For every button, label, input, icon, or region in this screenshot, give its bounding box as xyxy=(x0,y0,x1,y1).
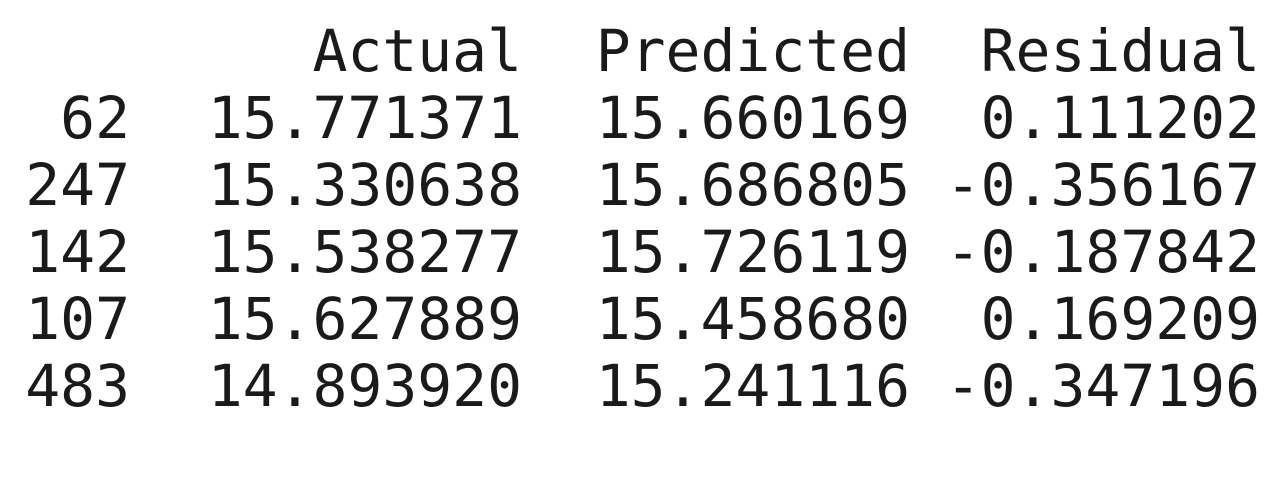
row-index: 62 xyxy=(60,84,130,152)
predicted-cell: 15.241116 xyxy=(595,352,910,420)
predicted-cell: 15.660169 xyxy=(595,84,910,152)
residual-cell: 0.169209 xyxy=(980,285,1260,353)
predicted-cell: 15.726119 xyxy=(595,218,910,286)
row-index: 483 xyxy=(25,352,130,420)
row-index: 107 xyxy=(25,285,130,353)
residual-cell: -0.187842 xyxy=(945,218,1260,286)
row-index: 142 xyxy=(25,218,130,286)
actual-cell: 15.771371 xyxy=(207,84,522,152)
residual-cell: -0.347196 xyxy=(945,352,1260,420)
column-header-predicted: Predicted xyxy=(595,17,910,85)
header-row: Actual Predicted Residual xyxy=(0,18,1260,85)
predicted-cell: 15.458680 xyxy=(595,285,910,353)
actual-cell: 15.330638 xyxy=(207,151,522,219)
actual-cell: 14.893920 xyxy=(207,352,522,420)
column-header-actual: Actual xyxy=(312,17,522,85)
column-header-residual: Residual xyxy=(980,17,1260,85)
table-row: 107 15.627889 15.458680 0.169209 xyxy=(0,286,1260,353)
table-row: 247 15.330638 15.686805 -0.356167 xyxy=(0,152,1260,219)
residual-cell: -0.356167 xyxy=(945,151,1260,219)
row-index: 247 xyxy=(25,151,130,219)
table-row: 142 15.538277 15.726119 -0.187842 xyxy=(0,219,1260,286)
actual-cell: 15.627889 xyxy=(207,285,522,353)
results-table: Actual Predicted Residual 62 15.771371 1… xyxy=(0,18,1260,420)
table-row: 62 15.771371 15.660169 0.111202 xyxy=(0,85,1260,152)
residual-cell: 0.111202 xyxy=(980,84,1260,152)
predicted-cell: 15.686805 xyxy=(595,151,910,219)
dataframe-output: Actual Predicted Residual 62 15.771371 1… xyxy=(0,18,1286,420)
actual-cell: 15.538277 xyxy=(207,218,522,286)
table-row: 483 14.893920 15.241116 -0.347196 xyxy=(0,353,1260,420)
index-header xyxy=(0,18,130,85)
